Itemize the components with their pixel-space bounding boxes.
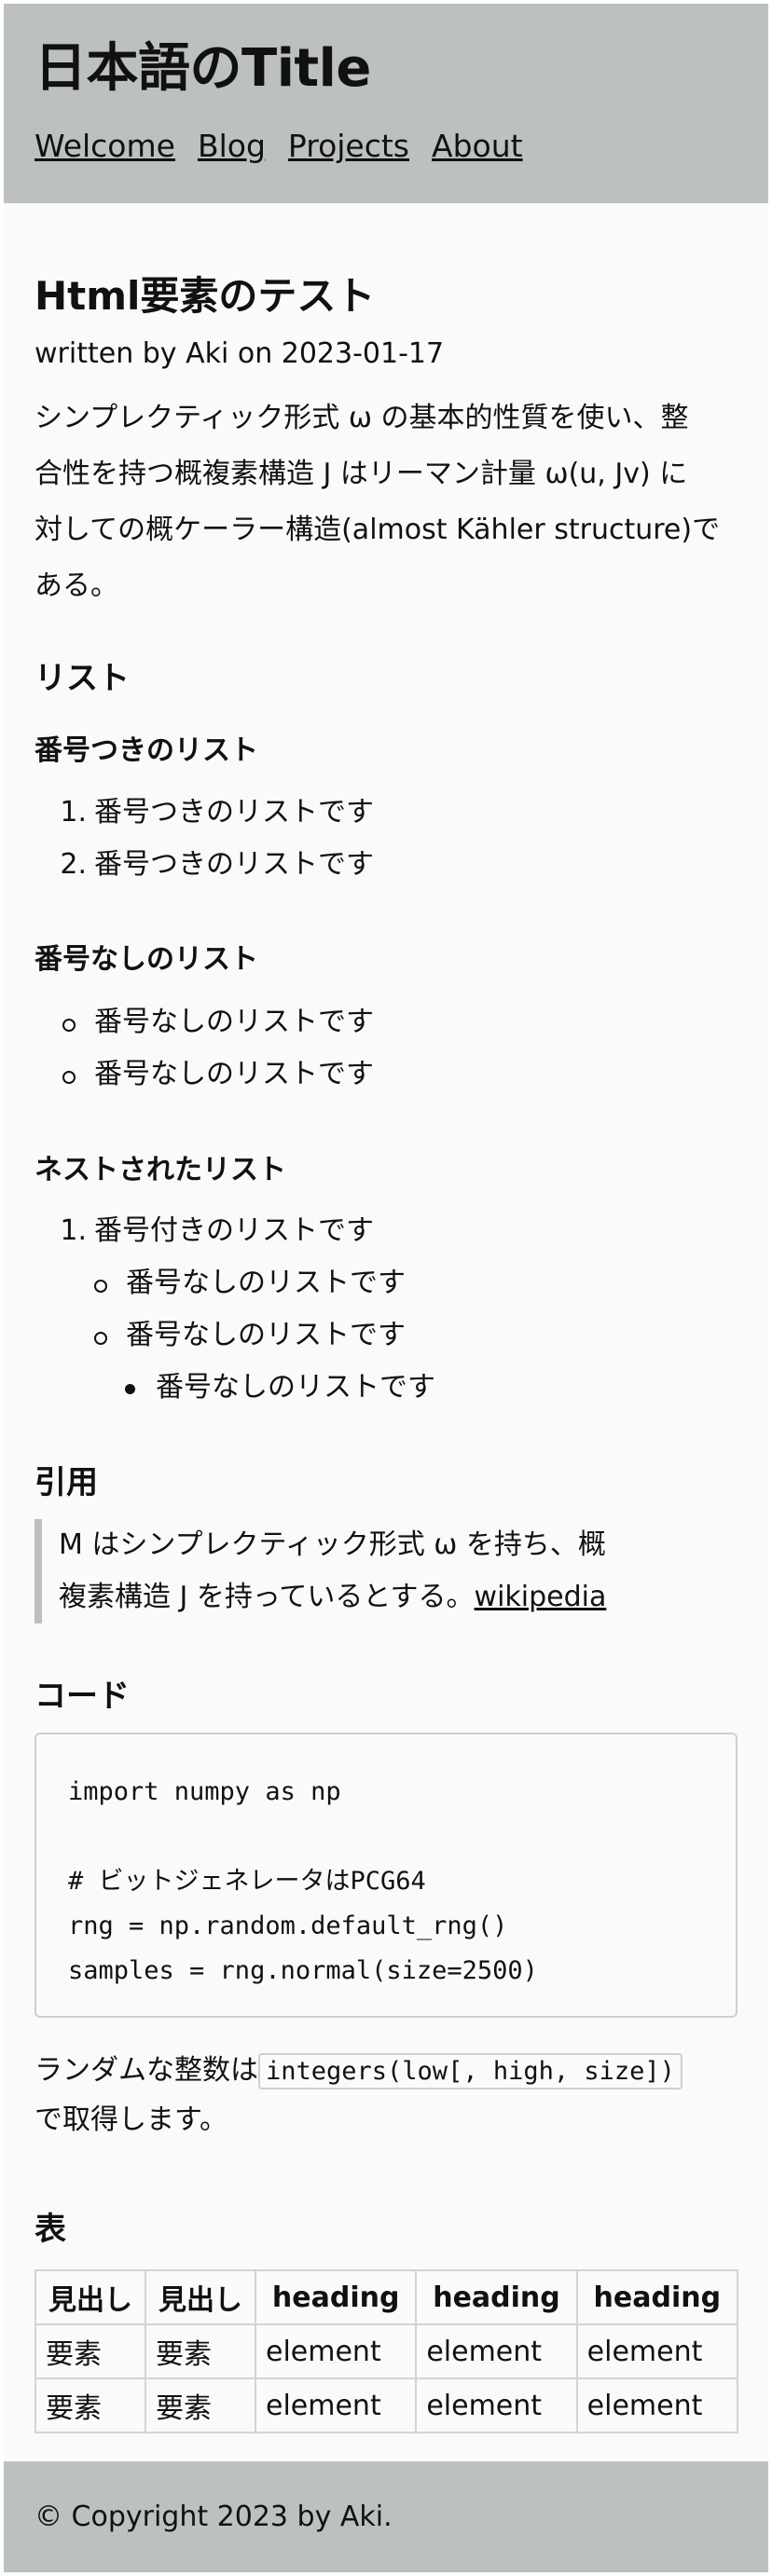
- paragraph-text: で取得します。: [34, 2103, 227, 2136]
- code-block: import numpy as np # ビットジェネレータはPCG64 rng…: [34, 1733, 738, 2018]
- list-heading: リスト: [34, 660, 130, 697]
- table-heading: 表: [34, 2211, 66, 2248]
- table-header-cell: 見出し: [145, 2269, 256, 2325]
- table-row: 要素 要素 element element element: [34, 2377, 739, 2433]
- bullet-icon: [94, 1332, 107, 1345]
- page: 日本語のTitle Welcome Blog Projects About Html要…: [4, 4, 768, 2572]
- copyright: © Copyright 2023 by Aki.: [34, 2501, 393, 2533]
- table-cell: element: [415, 2323, 578, 2379]
- bullet-icon: [94, 1280, 107, 1293]
- quote-line: M はシンプレクティック形式 ω を持ち、概: [59, 1528, 606, 1561]
- table-cell: 要素: [34, 2323, 146, 2379]
- quote-line: 複素構造 J を持っているとする。: [59, 1581, 475, 1613]
- wikipedia-link[interactable]: wikipedia: [475, 1581, 607, 1613]
- bullet-icon: [62, 1019, 76, 1032]
- article-title: Html要素のテスト: [34, 273, 376, 319]
- table-header-cell: heading: [254, 2269, 418, 2325]
- bullet-icon: [62, 1071, 76, 1084]
- table-header-cell: heading: [415, 2269, 578, 2325]
- table-cell: 要素: [34, 2377, 146, 2433]
- table-cell: element: [575, 2377, 739, 2433]
- code-heading: コード: [34, 1678, 130, 1715]
- intro-line: シンプレクティック形式 ω の基本的性質を使い、整: [34, 402, 689, 434]
- article-meta: written by Aki on 2023-01-17: [34, 337, 445, 370]
- table-cell: 要素: [145, 2377, 256, 2433]
- paragraph-text: ランダムな整数は: [34, 2054, 258, 2087]
- intro-line: 対しての概ケーラー構造(almost Kähler structure)で: [34, 514, 721, 546]
- nested-list-heading: ネストされたリスト: [34, 1154, 286, 1186]
- bullet-icon: [125, 1384, 135, 1394]
- main-nav: Welcome Blog Projects About: [34, 130, 545, 161]
- intro-paragraph: シンプレクティック形式 ω の基本的性質を使い、整 合性を持つ概複素構造 J は…: [34, 391, 743, 614]
- ordered-list-heading: 番号つきのリスト: [34, 734, 258, 767]
- site-header: 日本語のTitle Welcome Blog Projects About: [4, 4, 768, 203]
- site-footer: © Copyright 2023 by Aki.: [4, 2461, 768, 2572]
- quote-heading: 引用: [34, 1464, 98, 1501]
- table-cell: element: [575, 2323, 739, 2379]
- unordered-list-heading: 番号なしのリスト: [34, 943, 258, 976]
- inline-code: integers(low[, high, size]): [258, 2053, 682, 2090]
- table-header-cell: 見出し: [34, 2269, 146, 2325]
- site-title[interactable]: 日本語のTitle: [34, 43, 371, 95]
- data-table: 見出し 見出し heading heading heading 要素 要素 el…: [34, 2269, 739, 2433]
- list-item: 番号なしのリストです: [94, 1006, 374, 1038]
- table-cell: element: [415, 2377, 578, 2433]
- list-item: 番号なしのリストです: [126, 1319, 406, 1351]
- intro-line: ある。: [34, 569, 118, 602]
- table-header-row: 見出し 見出し heading heading heading: [34, 2269, 739, 2325]
- intro-line: 合性を持つ概複素構造 J はリーマン計量 ω(u, Jv) に: [34, 458, 688, 490]
- list-item: 番号なしのリストです: [94, 1058, 374, 1090]
- table-cell: element: [254, 2323, 418, 2379]
- nav-about[interactable]: About: [432, 128, 523, 164]
- list-item: 番号なしのリストです: [156, 1371, 435, 1404]
- table-cell: 要素: [145, 2323, 256, 2379]
- nav-welcome[interactable]: Welcome: [34, 128, 175, 164]
- list-item: 番号なしのリストです: [126, 1267, 406, 1299]
- blockquote: M はシンプレクティック形式 ω を持ち、概 複素構造 J を持っているとする。…: [34, 1519, 711, 1624]
- nav-blog[interactable]: Blog: [198, 128, 266, 164]
- table-header-cell: heading: [575, 2269, 739, 2325]
- nav-projects[interactable]: Projects: [288, 128, 409, 164]
- inline-code-paragraph: ランダムな整数は integers(low[, high, size]) で取得し…: [34, 2047, 743, 2144]
- table-cell: element: [254, 2377, 418, 2433]
- table-row: 要素 要素 element element element: [34, 2323, 739, 2379]
